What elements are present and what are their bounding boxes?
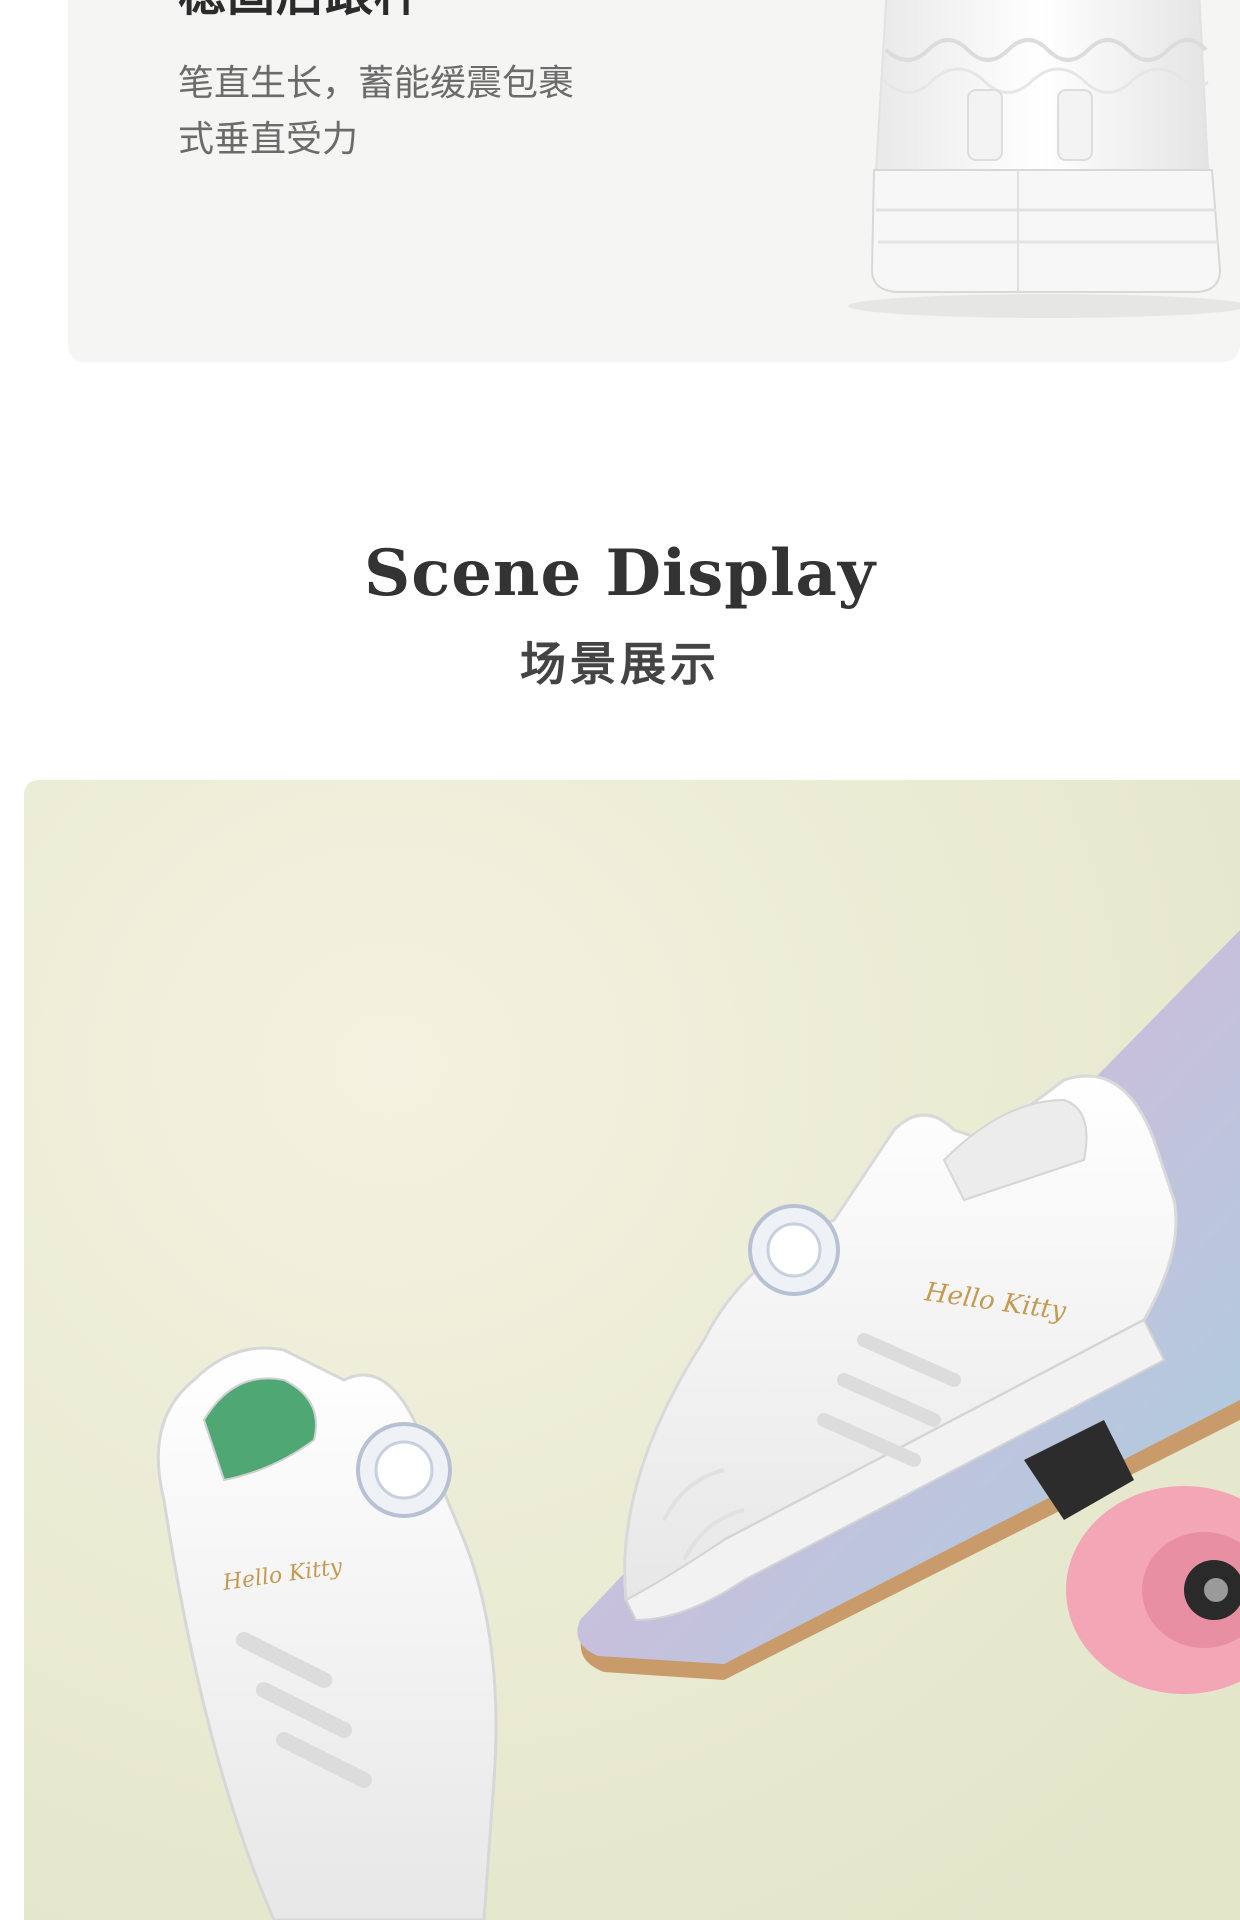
feature-description-line-1: 笔直生长，蓄能缓震包裹 bbox=[178, 63, 575, 104]
lace-dial-icon bbox=[748, 1204, 840, 1296]
heel-counter-image bbox=[848, 0, 1240, 318]
feature-card: 稳固后跟杯 笔直生长，蓄能缓震包裹 式垂直受力 bbox=[68, 0, 1240, 362]
feature-description: 笔直生长，蓄能缓震包裹 式垂直受力 bbox=[178, 56, 574, 168]
scene-illustration: Hello Kitty Hello Kitty bbox=[24, 780, 1240, 1920]
feature-description-line-2: 式垂直受力 bbox=[178, 119, 359, 160]
lace-dial-icon bbox=[356, 1422, 452, 1518]
scene-title-en: Scene Display bbox=[364, 536, 876, 611]
scene-photo: Hello Kitty Hello Kitty bbox=[24, 780, 1240, 1920]
feature-title: 稳固后跟杯 bbox=[178, 0, 423, 18]
scene-title-zh: 场景展示 bbox=[520, 637, 720, 691]
